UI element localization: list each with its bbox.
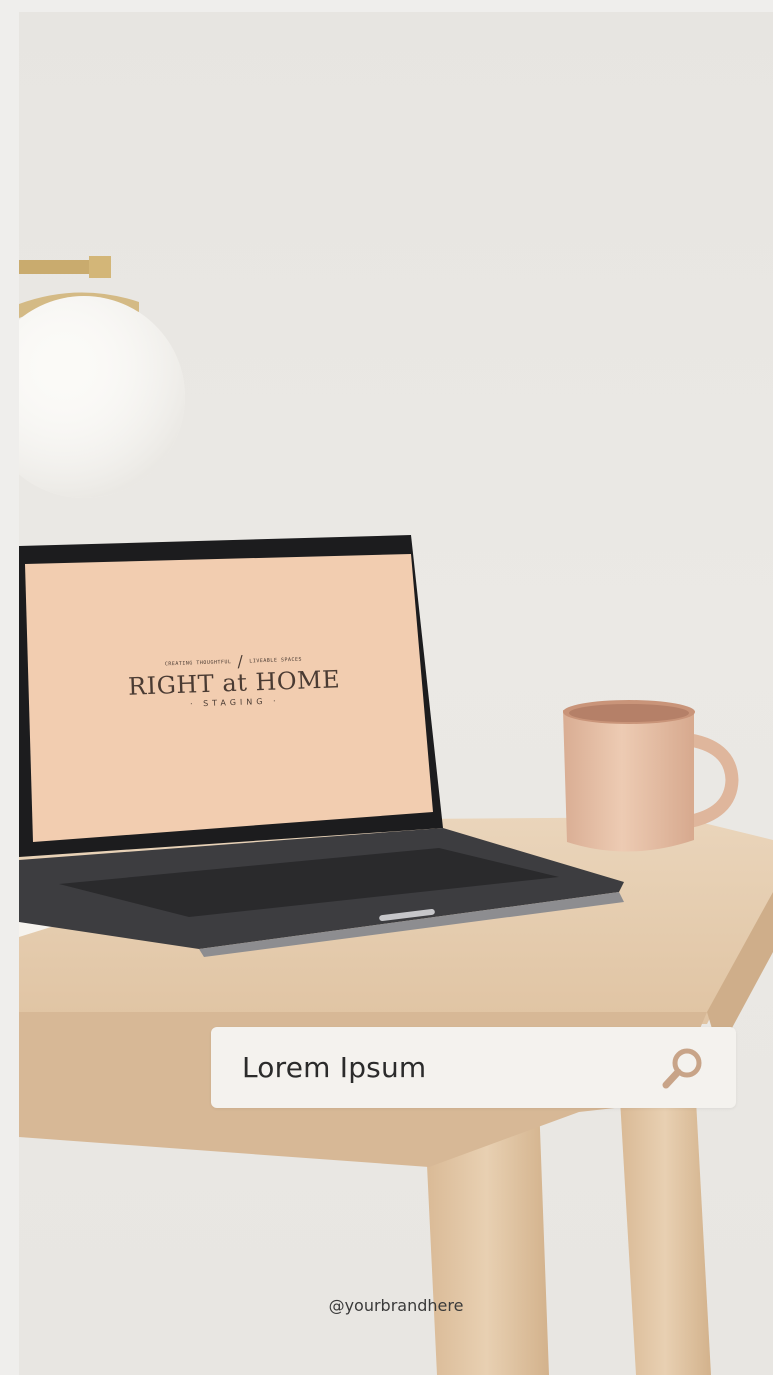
search-bar[interactable]: Lorem Ipsum [211,1027,736,1108]
laptop [19,535,624,957]
search-icon[interactable] [658,1043,708,1093]
search-text: Lorem Ipsum [242,1051,427,1084]
pendant-lamp [19,256,185,498]
mug-body [563,710,694,852]
logo-tag-right: LIVEABLE SPACES [249,656,303,664]
photo-frame: CREATING THOUGHTFUL / LIVEABLE SPACES RI… [19,12,773,1375]
screen-logo: CREATING THOUGHTFUL / LIVEABLE SPACES RI… [108,648,360,712]
table-leg-right [619,1082,711,1375]
brand-handle: @yourbrandhere [328,1296,464,1315]
logo-tag-left: CREATING THOUGHTFUL [164,658,232,667]
lamp-arm-joint [89,256,111,278]
